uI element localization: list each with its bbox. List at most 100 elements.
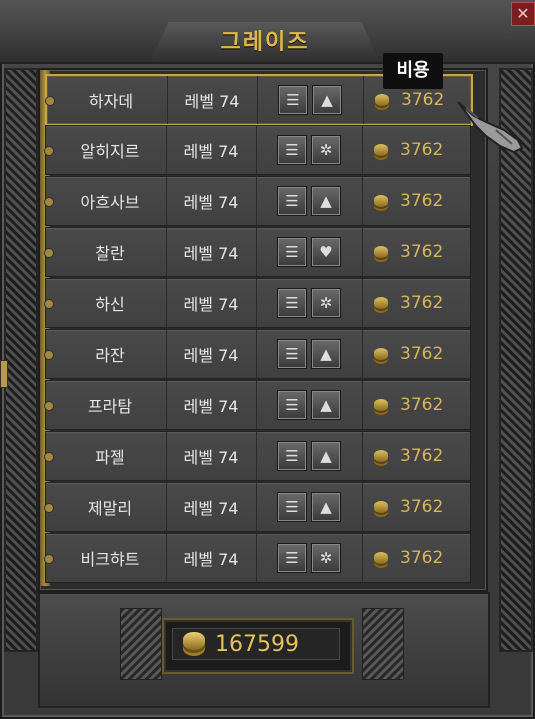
grace-level: 레벨 74 [167, 76, 258, 124]
grace-level: 레벨 74 [166, 126, 257, 174]
grace-level: 레벨 74 [166, 534, 257, 582]
grace-name: 찰란 [54, 228, 167, 276]
row-marker [44, 452, 54, 462]
grace-icons: ☰ ▲ [256, 330, 363, 378]
grace-name: 아흐사브 [54, 177, 167, 225]
grace-cost: 3762 [362, 432, 470, 480]
row-marker [45, 96, 55, 106]
grace-name: 하자데 [55, 76, 168, 124]
cost-value: 3762 [400, 395, 444, 415]
tree-icon: ▲ [311, 390, 341, 420]
grace-level: 레벨 74 [166, 483, 257, 531]
grace-name: 하신 [54, 279, 167, 327]
stairs-icon: ☰ [277, 288, 307, 318]
grace-level: 레벨 74 [166, 330, 257, 378]
cost-value: 3762 [400, 191, 444, 211]
close-button[interactable]: ✕ [511, 2, 535, 26]
row-marker [44, 146, 54, 156]
cost-tooltip: 비용 [383, 53, 443, 89]
grace-row[interactable]: 찰란 레벨 74 ☰ ♥ 3762 [44, 227, 471, 277]
grace-cost: 3762 [362, 126, 470, 174]
tree-icon: ▲ [311, 492, 341, 522]
grace-cost: 3762 [362, 279, 470, 327]
cost-value: 3762 [400, 140, 444, 160]
grace-level: 레벨 74 [166, 177, 257, 225]
grace-cost: 3762 [362, 228, 470, 276]
stairs-icon: ☰ [277, 135, 307, 165]
row-marker [44, 248, 54, 258]
row-marker [44, 554, 54, 564]
grace-cost: 3762 [362, 381, 470, 429]
row-marker [44, 503, 54, 513]
gear-icon: ✲ [311, 543, 341, 573]
grace-icons: ☰ ✲ [256, 534, 363, 582]
left-handle [0, 360, 8, 388]
grace-row[interactable]: 비크햐트 레벨 74 ☰ ✲ 3762 [44, 533, 471, 583]
tree-icon: ▲ [311, 441, 341, 471]
grace-cost: 3762 [362, 483, 470, 531]
stairs-icon: ☰ [277, 186, 307, 216]
stairs-icon: ☰ [277, 339, 307, 369]
stairs-icon: ☰ [277, 492, 307, 522]
coin-icon [374, 246, 388, 258]
grace-icons: ☰ ▲ [256, 177, 363, 225]
grace-level: 레벨 74 [166, 432, 257, 480]
cost-value: 3762 [400, 446, 444, 466]
grace-name: 제말리 [54, 483, 167, 531]
row-marker [44, 299, 54, 309]
cost-value: 3762 [400, 548, 444, 568]
grace-row[interactable]: 하신 레벨 74 ☰ ✲ 3762 [44, 278, 471, 328]
bottom-ornament-left [120, 608, 162, 680]
coin-icon [374, 399, 388, 411]
grace-row[interactable]: 파젤 레벨 74 ☰ ▲ 3762 [44, 431, 471, 481]
grace-cost: 3762 [362, 534, 470, 582]
right-lattice-decoration [499, 68, 533, 652]
grace-icons: ☰ ▲ [257, 76, 364, 124]
left-lattice-decoration [4, 68, 38, 652]
cost-value: 3762 [400, 344, 444, 364]
grace-name: 알히지르 [54, 126, 167, 174]
grace-level: 레벨 74 [166, 381, 257, 429]
coin-icon [374, 195, 388, 207]
grace-name: 라잔 [54, 330, 167, 378]
gold-coin-icon [183, 632, 205, 650]
grace-row[interactable]: 라잔 레벨 74 ☰ ▲ 3762 [44, 329, 471, 379]
stairs-icon: ☰ [277, 543, 307, 573]
grace-name: 프라탐 [54, 381, 167, 429]
gear-icon: ✲ [311, 288, 341, 318]
stairs-icon: ☰ [277, 441, 307, 471]
grace-row[interactable]: 프라탐 레벨 74 ☰ ▲ 3762 [44, 380, 471, 430]
tree-icon: ▲ [311, 186, 341, 216]
window-title: 그레이즈 [220, 30, 310, 55]
heart-icon: ♥ [311, 237, 341, 267]
gold-amount: 167599 [215, 631, 299, 657]
grace-row[interactable]: 제말리 레벨 74 ☰ ▲ 3762 [44, 482, 471, 532]
coin-icon [374, 501, 388, 513]
coin-icon [375, 94, 389, 106]
grace-icons: ☰ ▲ [256, 483, 363, 531]
coin-icon [374, 144, 388, 156]
grace-name: 비크햐트 [54, 534, 167, 582]
cost-value: 3762 [401, 90, 445, 110]
cost-value: 3762 [400, 293, 444, 313]
grace-icons: ☰ ▲ [256, 381, 363, 429]
grace-row[interactable]: 아흐사브 레벨 74 ☰ ▲ 3762 [44, 176, 471, 226]
coin-icon [374, 297, 388, 309]
row-marker [44, 350, 54, 360]
gauntlet-cursor-icon [457, 101, 524, 154]
bottom-ornament-right [362, 608, 404, 680]
grace-icons: ☰ ✲ [256, 126, 363, 174]
grace-icons: ☰ ▲ [256, 432, 363, 480]
grace-icons: ☰ ♥ [256, 228, 363, 276]
grace-icons: ☰ ✲ [256, 279, 363, 327]
stairs-icon: ☰ [277, 390, 307, 420]
stairs-icon: ☰ [277, 237, 307, 267]
cost-value: 3762 [400, 497, 444, 517]
cost-value: 3762 [400, 242, 444, 262]
grace-level: 레벨 74 [166, 279, 257, 327]
grace-level: 레벨 74 [166, 228, 257, 276]
tree-icon: ▲ [311, 339, 341, 369]
grace-row[interactable]: 알히지르 레벨 74 ☰ ✲ 3762 [44, 125, 471, 175]
coin-icon [374, 348, 388, 360]
coin-icon [374, 450, 388, 462]
